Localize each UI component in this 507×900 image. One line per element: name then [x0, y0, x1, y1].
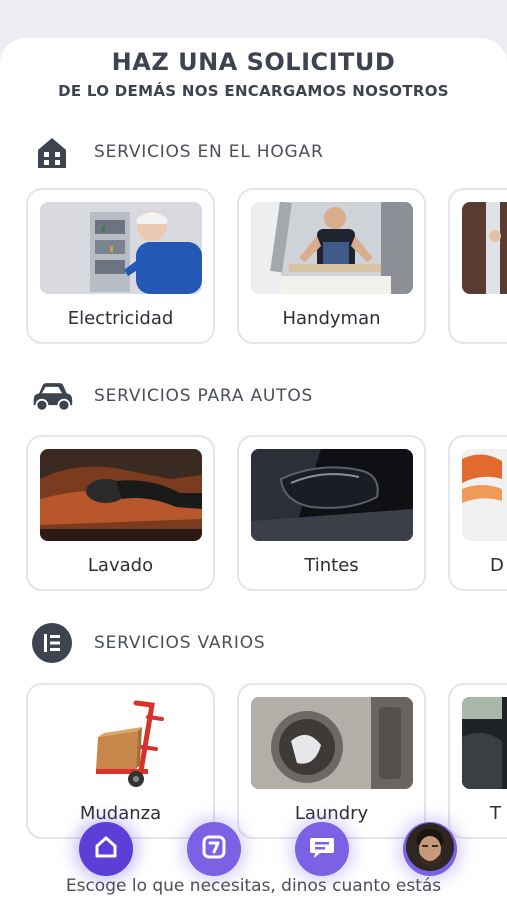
service-row-varios: Mudanza Laundry T: [26, 683, 507, 841]
service-card-laundry[interactable]: Laundry: [237, 683, 426, 839]
command-icon: [201, 834, 227, 864]
car-wash-photo: [40, 449, 202, 541]
section-header-varios: SERVICIOS VARIOS: [30, 623, 266, 663]
electrician-photo: [40, 202, 202, 294]
home-icon: [93, 834, 119, 864]
service-card-mudanza[interactable]: Mudanza: [26, 683, 215, 839]
hand-truck-photo: [40, 697, 202, 789]
partial-auto-photo: [462, 449, 507, 541]
service-label: D: [490, 555, 504, 576]
service-label: Handyman: [282, 308, 381, 329]
service-label: Lavado: [87, 555, 154, 576]
section-label-hogar: SERVICIOS EN EL HOGAR: [94, 142, 324, 162]
service-card-partial-hogar[interactable]: [448, 188, 507, 344]
main-sheet: HAZ UNA SOLICITUD DE LO DEMÁS NOS ENCARG…: [0, 38, 507, 900]
nav-home-button[interactable]: [79, 822, 133, 876]
handyman-photo: [251, 202, 413, 294]
service-card-tintes[interactable]: Tintes: [237, 435, 426, 591]
section-label-varios: SERVICIOS VARIOS: [94, 633, 266, 653]
service-label: Tintes: [304, 555, 359, 576]
service-row-autos: Lavado Tintes D: [26, 435, 507, 593]
page-subtitle: DE LO DEMÁS NOS ENCARGAMOS NOSOTROS: [58, 82, 449, 100]
section-label-autos: SERVICIOS PARA AUTOS: [94, 386, 314, 406]
list-icon: [30, 623, 74, 663]
service-card-partial-autos[interactable]: D: [448, 435, 507, 591]
house-icon: [30, 132, 74, 172]
service-card-handyman[interactable]: Handyman: [237, 188, 426, 344]
partial-service-photo: [462, 202, 507, 294]
service-card-electricidad[interactable]: Electricidad: [26, 188, 215, 344]
car-icon: [30, 376, 74, 416]
service-row-hogar: Electricidad Handyman: [26, 188, 507, 346]
chat-icon: [308, 833, 336, 865]
service-card-partial-varios[interactable]: T: [448, 683, 507, 839]
nav-profile-button[interactable]: [403, 822, 457, 876]
nav-command-button[interactable]: [187, 822, 241, 876]
washing-machine-photo: [251, 697, 413, 789]
nav-chat-button[interactable]: [295, 822, 349, 876]
section-header-hogar: SERVICIOS EN EL HOGAR: [30, 132, 324, 172]
profile-avatar: [406, 823, 454, 875]
service-card-lavado[interactable]: Lavado: [26, 435, 215, 591]
footer-hint: Escoge lo que necesitas, dinos cuanto es…: [65, 876, 442, 896]
partial-misc-photo: [462, 697, 507, 789]
service-label: Electricidad: [67, 308, 174, 329]
page-title: HAZ UNA SOLICITUD: [111, 48, 396, 76]
bottom-nav: [0, 820, 507, 880]
window-tint-photo: [251, 449, 413, 541]
section-header-autos: SERVICIOS PARA AUTOS: [30, 376, 313, 416]
